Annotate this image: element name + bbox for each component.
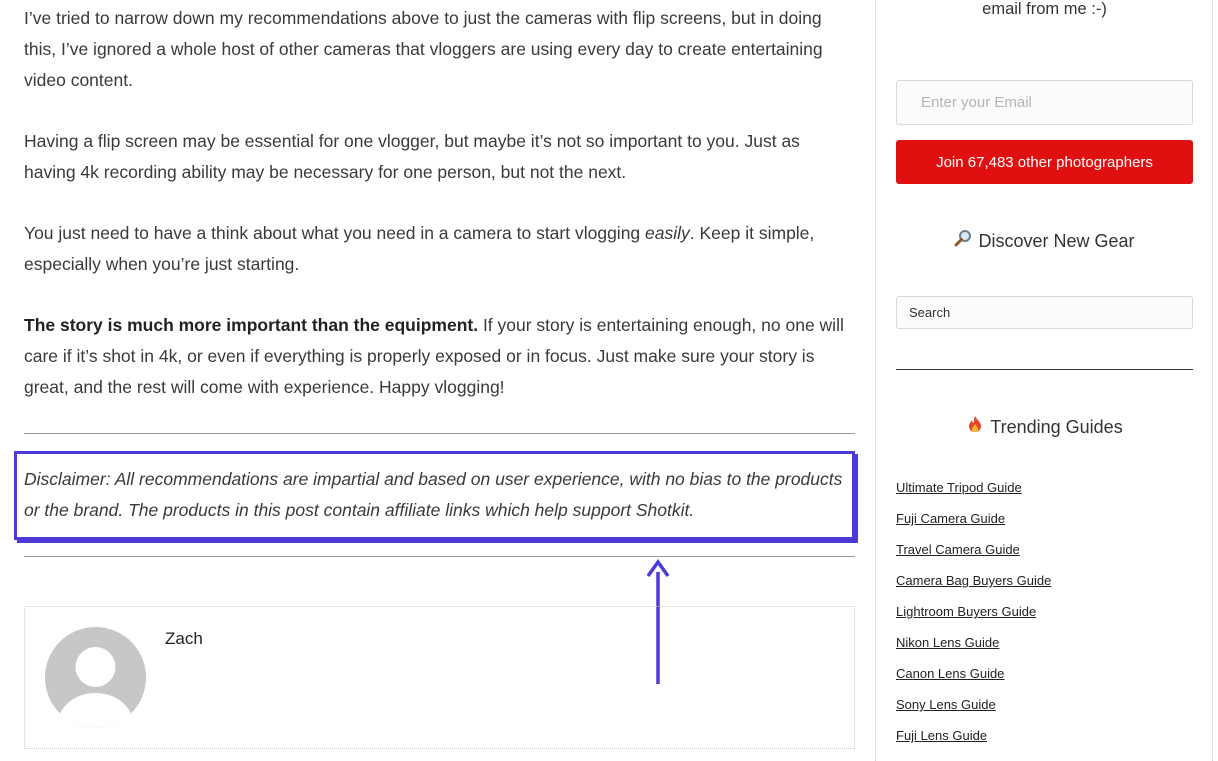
guide-link[interactable]: Travel Camera Guide: [896, 542, 1020, 557]
email-input[interactable]: [896, 80, 1193, 125]
list-item: Nikon Lens Guide: [896, 627, 1051, 658]
guide-link[interactable]: Fuji Camera Guide: [896, 511, 1005, 526]
list-item: Camera Bag Buyers Guide: [896, 565, 1051, 596]
guide-link[interactable]: Sony Lens Guide: [896, 697, 996, 712]
paragraph-3-emphasis: easily: [645, 223, 690, 243]
sidebar-divider: [896, 369, 1193, 370]
sidebar-border-left: [875, 0, 876, 761]
author-box: Zach: [24, 606, 855, 749]
paragraph-2: Having a flip screen may be essential fo…: [24, 131, 800, 182]
disclaimer-text: Disclaimer: All recommendations are impa…: [24, 469, 843, 520]
guide-link[interactable]: Nikon Lens Guide: [896, 635, 999, 650]
discover-title-text: Discover New Gear: [978, 231, 1135, 251]
paragraph-3-text: You just need to have a think about what…: [24, 223, 646, 243]
author-avatar: [45, 627, 146, 728]
guide-link[interactable]: Camera Bag Buyers Guide: [896, 573, 1051, 588]
divider-bottom: [24, 556, 855, 557]
fire-icon: [966, 415, 984, 438]
guide-link[interactable]: Ultimate Tripod Guide: [896, 480, 1022, 495]
guide-link[interactable]: Fuji Lens Guide: [896, 728, 987, 743]
join-button[interactable]: Join 67,483 other photographers: [896, 140, 1193, 184]
trending-widget-title: Trending Guides: [896, 415, 1193, 438]
list-item: Fuji Lens Guide: [896, 720, 1051, 751]
list-item: Lightroom Buyers Guide: [896, 596, 1051, 627]
guide-link[interactable]: Canon Lens Guide: [896, 666, 1004, 681]
trending-title-text: Trending Guides: [990, 417, 1123, 437]
sidebar-border-right: [1212, 0, 1213, 761]
list-item: Canon Lens Guide: [896, 658, 1051, 689]
guide-link[interactable]: Lightroom Buyers Guide: [896, 604, 1036, 619]
magnifier-icon: [954, 229, 972, 252]
list-item: Fuji Camera Guide: [896, 503, 1051, 534]
list-item: Travel Camera Guide: [896, 534, 1051, 565]
paragraph-3: You just need to have a think about what…: [24, 218, 856, 280]
search-input[interactable]: [896, 296, 1193, 329]
email-note: email from me :-): [982, 0, 1107, 18]
trending-guides-list: Ultimate Tripod Guide Fuji Camera Guide …: [896, 472, 1051, 751]
list-item: Sony Lens Guide: [896, 689, 1051, 720]
author-name[interactable]: Zach: [165, 629, 203, 649]
default-avatar-icon: [45, 627, 146, 728]
list-item: Ultimate Tripod Guide: [896, 472, 1051, 503]
paragraph-4: The story is much more important than th…: [24, 310, 856, 403]
paragraph-1: I’ve tried to narrow down my recommendat…: [24, 8, 823, 90]
divider-top: [24, 433, 855, 434]
paragraph-4-bold: The story is much more important than th…: [24, 315, 479, 335]
discover-widget-title: Discover New Gear: [896, 229, 1193, 252]
